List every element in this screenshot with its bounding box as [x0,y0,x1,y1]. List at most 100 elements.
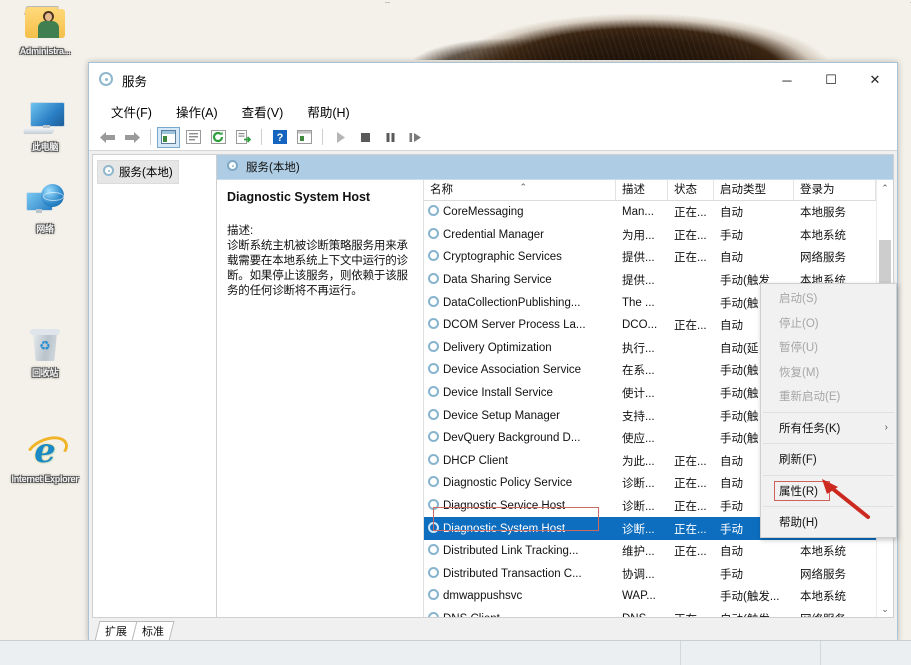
table-cell-description: 支持... [616,408,668,424]
toolbar-separator [261,129,262,145]
service-gear-icon [428,363,439,377]
table-cell-name-text: DataCollectionPublishing... [443,297,580,309]
table-cell-log-on-as: 网络服务 [794,249,876,265]
table-cell-name: Diagnostic Policy Service [424,476,616,490]
export-list-button[interactable] [232,127,255,148]
menu-file[interactable]: 文件(F) [101,99,162,124]
table-cell-description: 诊断... [616,521,668,537]
table-cell-description: 为用... [616,227,668,243]
table-cell-description: 维护... [616,543,668,559]
table-cell-description: DNS... [616,613,668,617]
window-title: 服务 [122,71,147,90]
forward-button[interactable] [121,127,144,148]
services-gear-icon [227,160,238,174]
scroll-down-icon[interactable]: ⌄ [877,601,893,617]
table-cell-name-text: Diagnostic System Host [443,523,565,535]
service-gear-icon [428,341,439,355]
table-cell-description: DCO... [616,319,668,331]
toolbar: ? [89,124,897,151]
service-gear-icon [428,228,439,242]
tab-label: 标准 [142,623,164,639]
table-cell-name: Diagnostic System Host [424,522,616,536]
table-cell-log-on-as: 本地系统 [794,227,876,243]
table-row[interactable]: Credential Manager为用...正在...手动本地系统 [424,224,893,247]
column-header-status[interactable]: 状态 [668,180,714,200]
tree-item-label: 服务(本地) [119,164,173,180]
table-cell-name: DNS Client [424,612,616,617]
desktop-icon-network[interactable]: 网络 [2,182,88,234]
refresh-button[interactable] [207,127,230,148]
show-details-button[interactable] [293,127,316,148]
table-cell-description: 诊断... [616,498,668,514]
help-button[interactable]: ? [268,127,291,148]
column-header-description[interactable]: 描述 [616,180,668,200]
table-cell-log-on-as: 本地系统 [794,588,876,604]
context-menu-item-label: 启动(S) [779,290,817,306]
menu-help[interactable]: 帮助(H) [297,99,359,124]
table-cell-startup-type: 手动 [714,566,794,582]
context-menu-separator [763,443,894,444]
start-service-button[interactable] [329,127,352,148]
context-menu-item-label: 重新启动(E) [779,388,840,404]
table-cell-status: 正在... [668,227,714,243]
menu-view[interactable]: 查看(V) [232,99,294,124]
scroll-up-icon[interactable]: ⌃ [877,180,893,196]
restart-service-button[interactable] [404,127,427,148]
table-cell-status: 正在... [668,453,714,469]
table-cell-name: DevQuery Background D... [424,431,616,445]
maximize-button[interactable]: ☐ [809,63,853,97]
back-button[interactable] [96,127,119,148]
table-row[interactable]: Cryptographic Services提供...正在...自动网络服务 [424,246,893,269]
table-cell-name: Credential Manager [424,228,616,242]
table-cell-name: Data Sharing Service [424,273,616,287]
column-header-name[interactable]: 名称 ⌃ [424,180,616,200]
column-header-startup-type[interactable]: 启动类型 [714,180,794,200]
minimize-button[interactable]: ─ [765,63,809,97]
table-cell-log-on-as: 本地服务 [794,204,876,220]
table-cell-name: Device Setup Manager [424,409,616,423]
window-titlebar[interactable]: 服务 ─ ☐ ✕ [89,63,897,98]
table-row[interactable]: DNS ClientDNS...正在...自动(触发...网络服务 [424,608,893,617]
service-gear-icon [428,273,439,287]
properties-button[interactable] [182,127,205,148]
table-cell-description: 在系... [616,362,668,378]
show-tree-button[interactable] [157,127,180,148]
table-cell-name-text: Data Sharing Service [443,274,552,286]
desktop-icon-administrator[interactable]: Administra... [2,4,88,56]
column-header-log-on-as[interactable]: 登录为 [794,180,876,200]
stop-service-button[interactable] [354,127,377,148]
window-controls: ─ ☐ ✕ [765,63,897,97]
recycle-bin-icon: ♻ [2,326,88,366]
context-menu-item: 恢复(M) [761,360,896,385]
table-cell-description: WAP... [616,590,668,602]
table-cell-name-text: DHCP Client [443,455,508,467]
table-cell-log-on-as: 本地系统 [794,543,876,559]
desktop-icon-internet-explorer[interactable]: e Internet Explorer [2,432,88,484]
table-cell-name-text: DCOM Server Process La... [443,319,586,331]
context-menu-item[interactable]: 所有任务(K)› [761,416,896,441]
table-row[interactable]: CoreMessagingMan...正在...自动本地服务 [424,201,893,224]
service-gear-icon [428,205,439,219]
desktop-icon-this-pc[interactable]: 此电脑 [2,100,88,152]
context-menu-item: 启动(S) [761,286,896,311]
context-menu-item[interactable]: 刷新(F) [761,447,896,472]
desktop-icon-recycle-bin[interactable]: ♻ 回收站 [2,326,88,378]
tree-item-services-local[interactable]: 服务(本地) [97,160,179,184]
service-gear-icon [428,544,439,558]
table-cell-status: 正在... [668,543,714,559]
table-cell-description: 使应... [616,430,668,446]
table-cell-description: 为此... [616,453,668,469]
scrollbar-thumb[interactable] [879,240,891,286]
table-cell-log-on-as: 网络服务 [794,566,876,582]
tab-standard[interactable]: 标准 [132,621,175,641]
close-button[interactable]: ✕ [853,63,897,97]
table-cell-status: 正在... [668,317,714,333]
table-cell-description: The ... [616,297,668,309]
pause-service-button[interactable] [379,127,402,148]
table-row[interactable]: Distributed Transaction C...协调...手动网络服务 [424,563,893,586]
menu-action[interactable]: 操作(A) [166,99,228,124]
table-row[interactable]: dmwappushsvcWAP...手动(触发...本地系统 [424,585,893,608]
table-row[interactable]: Distributed Link Tracking...维护...正在...自动… [424,540,893,563]
toolbar-separator [150,129,151,145]
table-cell-status: 正在... [668,498,714,514]
